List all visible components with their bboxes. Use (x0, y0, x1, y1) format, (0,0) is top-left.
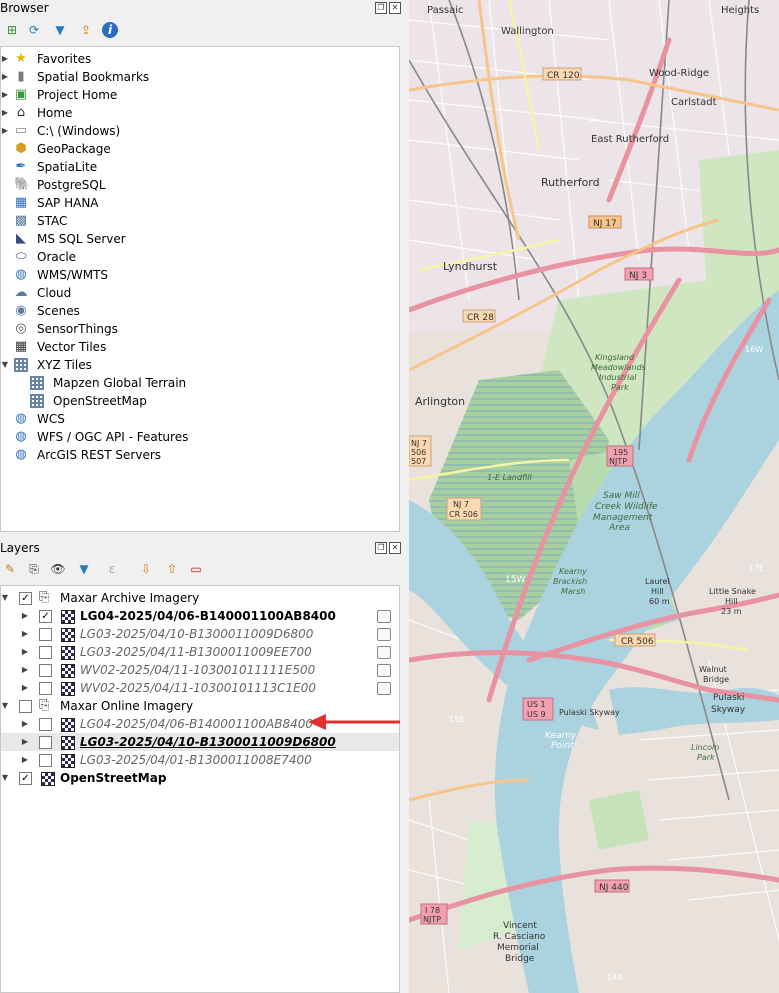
annotation-arrow (308, 714, 400, 730)
